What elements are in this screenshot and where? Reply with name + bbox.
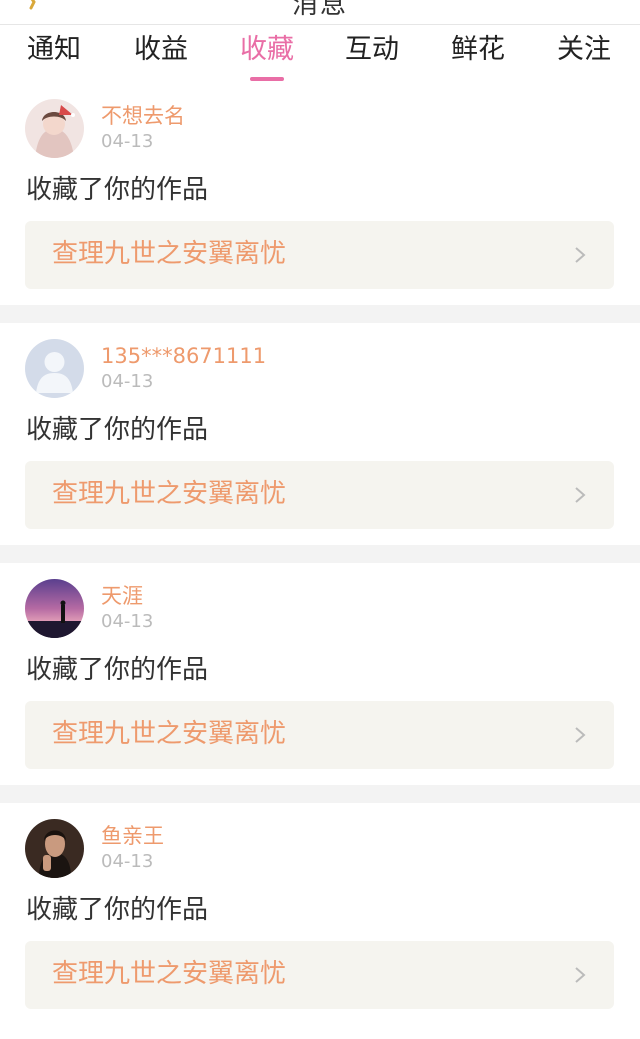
list-item: 不想去名 04-13 收藏了你的作品 查理九世之安翼离忧 (0, 83, 640, 305)
action-text: 收藏了你的作品 (26, 895, 209, 925)
chevron-right-icon (575, 727, 586, 743)
work-link[interactable]: 查理九世之安翼离忧 (25, 701, 614, 769)
avatar[interactable] (25, 819, 84, 878)
work-title: 查理九世之安翼离忧 (52, 959, 287, 989)
tab-earnings[interactable]: 收益 (116, 33, 206, 67)
timestamp: 04-13 (101, 131, 154, 152)
divider (0, 785, 640, 803)
active-tab-indicator (250, 77, 284, 81)
chevron-right-icon (575, 487, 586, 503)
tab-follows[interactable]: 关注 (539, 33, 629, 67)
timestamp: 04-13 (101, 371, 154, 392)
tab-bar: 通知 收益 收藏 互动 鲜花 关注 (0, 25, 640, 83)
tab-notifications[interactable]: 通知 (9, 33, 99, 67)
action-text: 收藏了你的作品 (26, 415, 209, 445)
timestamp: 04-13 (101, 851, 154, 872)
work-title: 查理九世之安翼离忧 (52, 719, 287, 749)
work-link[interactable]: 查理九世之安翼离忧 (25, 221, 614, 289)
chevron-right-icon (575, 247, 586, 263)
action-text: 收藏了你的作品 (26, 655, 209, 685)
avatar[interactable] (25, 579, 84, 638)
tab-favorites-label: 收藏 (240, 34, 294, 65)
list-item: 鱼亲王 04-13 收藏了你的作品 查理九世之安翼离忧 (0, 803, 640, 1025)
tab-favorites[interactable]: 收藏 (222, 33, 312, 81)
list-item: 天涯 04-13 收藏了你的作品 查理九世之安翼离忧 (0, 563, 640, 785)
username[interactable]: 135***8671111 (101, 343, 266, 369)
divider (0, 545, 640, 563)
favorites-feed: 不想去名 04-13 收藏了你的作品 查理九世之安翼离忧 135***86711… (0, 83, 640, 1025)
list-item: 135***8671111 04-13 收藏了你的作品 查理九世之安翼离忧 (0, 323, 640, 545)
avatar[interactable] (25, 339, 84, 398)
tab-flowers[interactable]: 鲜花 (433, 33, 523, 67)
username[interactable]: 鱼亲王 (101, 823, 164, 849)
work-link[interactable]: 查理九世之安翼离忧 (25, 461, 614, 529)
avatar[interactable] (25, 99, 84, 158)
work-title: 查理九世之安翼离忧 (52, 479, 287, 509)
top-bar: 消息 (0, 0, 640, 25)
page-title: 消息 (291, 0, 348, 20)
action-text: 收藏了你的作品 (26, 175, 209, 205)
work-title: 查理九世之安翼离忧 (52, 239, 287, 269)
tab-interactions[interactable]: 互动 (327, 33, 417, 67)
divider (0, 305, 640, 323)
username[interactable]: 天涯 (101, 583, 143, 609)
work-link[interactable]: 查理九世之安翼离忧 (25, 941, 614, 1009)
chevron-right-icon (575, 967, 586, 983)
username[interactable]: 不想去名 (101, 103, 185, 129)
timestamp: 04-13 (101, 611, 154, 632)
